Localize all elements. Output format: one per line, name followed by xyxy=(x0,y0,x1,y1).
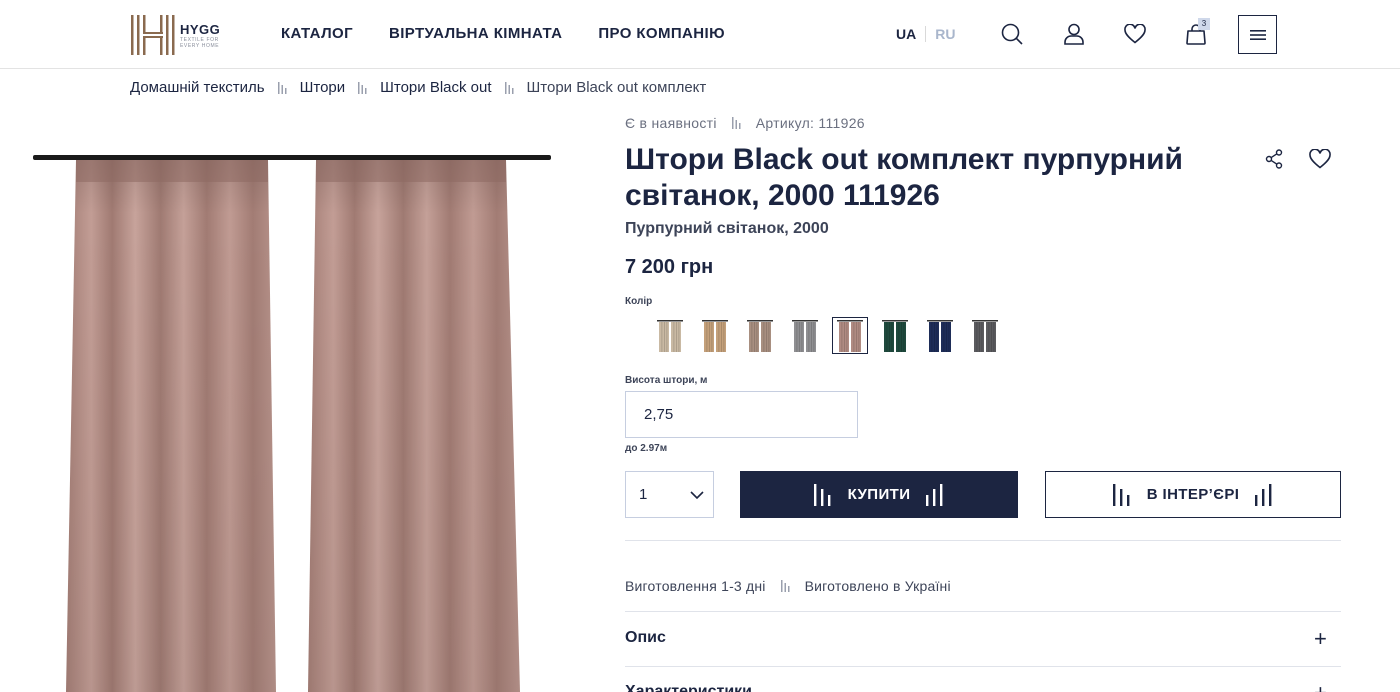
plus-icon[interactable]: + xyxy=(1314,682,1327,692)
sku: Артикул: 111926 xyxy=(755,115,865,131)
nav-catalog[interactable]: КАТАЛОГ xyxy=(281,25,353,42)
logo[interactable]: HYGG TEXTILE FOR EVERY HOME xyxy=(130,12,230,58)
buy-button-label: КУПИТИ xyxy=(847,486,911,503)
search-icon[interactable] xyxy=(998,20,1026,48)
brand-bars-icon xyxy=(926,483,943,506)
lang-ru[interactable]: RU xyxy=(935,26,955,42)
features-row: Виготовлення 1-3 дні Виготовлено в Украї… xyxy=(625,578,951,594)
color-swatch-navy[interactable] xyxy=(922,317,958,354)
add-to-wishlist-heart-icon[interactable] xyxy=(1309,148,1331,174)
curtain-thumbnail-icon xyxy=(702,319,728,352)
feature-made-in-ukraine: Виготовлено в Україні xyxy=(804,578,951,594)
view-in-interior-button[interactable]: В ІНТЕР’ЄРІ xyxy=(1045,471,1341,518)
interior-button-label: В ІНТЕР’ЄРІ xyxy=(1146,486,1240,503)
breadcrumb-separator-icon xyxy=(358,81,367,94)
breadcrumb-separator-icon xyxy=(277,81,287,94)
shopping-bag-icon[interactable]: 3 xyxy=(1182,18,1210,48)
height-label: Висота штори, м xyxy=(625,375,708,386)
lang-ua[interactable]: UA xyxy=(896,26,916,42)
hamburger-icon xyxy=(1249,29,1266,40)
curtain-thumbnail-icon xyxy=(657,319,683,352)
main-nav: КАТАЛОГ ВІРТУАЛЬНА КІМНАТА ПРО КОМПАНІЮ xyxy=(281,25,725,42)
color-swatch-sand[interactable] xyxy=(697,317,733,354)
user-icon[interactable] xyxy=(1060,20,1088,48)
brand-bars-icon xyxy=(1112,483,1130,506)
share-icon[interactable] xyxy=(1265,149,1283,174)
height-hint: до 2.97м xyxy=(625,443,668,454)
breadcrumb-item-blackout[interactable]: Штори Black out xyxy=(380,79,491,96)
curtain-thumbnail-icon xyxy=(972,319,998,352)
curtain-thumbnail-icon xyxy=(747,319,773,352)
product-price: 7 200 грн xyxy=(625,256,714,278)
accordion-characteristics-title[interactable]: Характеристики xyxy=(625,683,752,692)
color-swatches xyxy=(652,317,1003,354)
buy-button[interactable]: КУПИТИ xyxy=(740,471,1018,518)
breadcrumb-item-curtains[interactable]: Штори xyxy=(300,79,346,96)
heart-icon[interactable] xyxy=(1121,20,1149,48)
logo-tagline: TEXTILE FOR EVERY HOME xyxy=(180,36,220,49)
menu-button[interactable] xyxy=(1238,15,1277,54)
availability-row: Є в наявності Артикул: 111926 xyxy=(625,115,865,131)
site-header: HYGG TEXTILE FOR EVERY HOME КАТАЛОГ ВІРТ… xyxy=(0,0,1400,69)
brand-bars-icon xyxy=(813,483,831,506)
color-label: Колір xyxy=(625,296,653,307)
curtain-thumbnail-icon xyxy=(882,319,908,352)
color-swatch-emerald[interactable] xyxy=(877,317,913,354)
separator-icon xyxy=(780,580,790,592)
color-swatch-purple-dawn[interactable] xyxy=(832,317,868,354)
divider xyxy=(625,540,1341,541)
quantity-select[interactable]: 1 xyxy=(625,471,714,518)
language-switcher: UA RU xyxy=(896,26,955,42)
curtain-image xyxy=(33,155,551,692)
divider xyxy=(625,666,1341,667)
divider xyxy=(625,611,1341,612)
curtain-thumbnail-icon xyxy=(792,319,818,352)
chevron-down-icon xyxy=(690,490,704,499)
nav-about[interactable]: ПРО КОМПАНІЮ xyxy=(598,25,725,42)
feature-production-time: Виготовлення 1-3 дні xyxy=(625,578,766,594)
breadcrumb-item-current: Штори Black out комплект xyxy=(526,79,707,96)
breadcrumb: Домашній текстиль Штори Штори Black out … xyxy=(130,79,706,96)
color-swatch-light-beige[interactable] xyxy=(652,317,688,354)
color-swatch-taupe[interactable] xyxy=(742,317,778,354)
product-title: Штори Black out комплект пурпурний світа… xyxy=(625,143,1183,212)
breadcrumb-separator-icon xyxy=(504,81,514,94)
accordion-description-title[interactable]: Опис xyxy=(625,629,666,647)
breadcrumb-item-home-textile[interactable]: Домашній текстиль xyxy=(130,79,265,96)
stock-status: Є в наявності xyxy=(625,115,717,131)
lang-divider xyxy=(925,26,927,42)
product-subtitle: Пурпурний світанок, 2000 xyxy=(625,220,829,237)
nav-virtual-room[interactable]: ВІРТУАЛЬНА КІМНАТА xyxy=(389,25,562,42)
plus-icon[interactable]: + xyxy=(1314,628,1327,650)
logo-mark-icon xyxy=(131,15,175,55)
curtain-thumbnail-icon xyxy=(837,319,863,352)
cart-count-badge: 3 xyxy=(1198,18,1210,30)
curtain-thumbnail-icon xyxy=(927,319,953,352)
color-swatch-graphite[interactable] xyxy=(967,317,1003,354)
height-input[interactable] xyxy=(625,391,858,438)
separator-icon xyxy=(731,117,741,129)
quantity-value: 1 xyxy=(639,486,648,503)
product-image[interactable] xyxy=(30,150,560,692)
color-swatch-grey[interactable] xyxy=(787,317,823,354)
logo-wordmark: HYGG xyxy=(180,21,221,37)
brand-bars-icon xyxy=(1255,483,1272,506)
